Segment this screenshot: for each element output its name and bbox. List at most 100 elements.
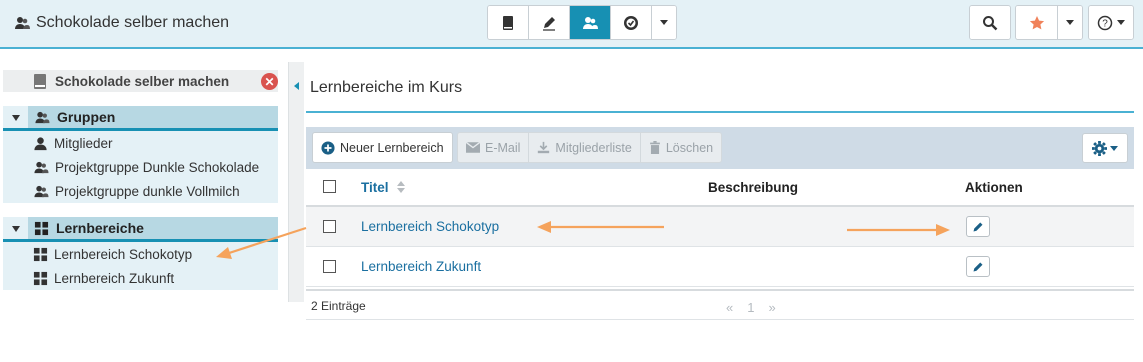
sidebar-item-label: Mitglieder xyxy=(54,135,113,151)
favorites-menu-button[interactable] xyxy=(1058,6,1082,39)
pagination-next[interactable]: » xyxy=(768,300,775,315)
pagination-prev[interactable]: « xyxy=(726,300,733,315)
user-icon xyxy=(34,136,47,150)
column-title[interactable]: Titel xyxy=(361,180,406,195)
favorites-group xyxy=(1015,5,1083,40)
delete-button[interactable]: Löschen xyxy=(640,133,722,162)
top-bar: Schokolade selber machen ? xyxy=(0,0,1143,49)
table-footer: 2 Einträge « 1 » xyxy=(306,289,1134,320)
new-area-button[interactable]: Neuer Lernbereich xyxy=(312,132,453,163)
pencil-icon xyxy=(543,16,555,31)
member-list-label: Mitgliederliste xyxy=(555,140,632,155)
edit-button[interactable] xyxy=(966,216,990,237)
favorite-button[interactable] xyxy=(1016,6,1058,39)
badge-icon xyxy=(624,15,638,30)
members-button[interactable] xyxy=(570,6,611,39)
section-gruppen-header[interactable]: Gruppen xyxy=(3,106,278,131)
email-label: E-Mail xyxy=(485,140,521,155)
table-header: Titel Beschreibung Aktionen xyxy=(306,169,1134,207)
download-icon xyxy=(538,141,550,154)
help-icon: ? xyxy=(1097,15,1113,30)
sidebar-item-lernbereich-zukunft[interactable]: Lernbereich Zukunft xyxy=(3,266,278,290)
title-divider xyxy=(306,111,1134,113)
assessment-button[interactable] xyxy=(611,6,652,39)
users-icon xyxy=(583,16,598,29)
bulk-actions: E-Mail Mitgliederliste Löschen xyxy=(457,132,723,163)
row-title-link[interactable]: Lernbereich Schokotyp xyxy=(361,219,499,234)
user-group-icon xyxy=(35,111,50,123)
new-area-label: Neuer Lernbereich xyxy=(340,140,444,155)
pagination-page[interactable]: 1 xyxy=(747,300,754,315)
sidebar-item-projektgruppe-dunkle-vollmilch[interactable]: Projektgruppe dunkle Vollmilch xyxy=(3,179,278,203)
email-button[interactable]: E-Mail xyxy=(458,133,530,162)
user-group-icon xyxy=(34,185,49,197)
chevron-down-icon xyxy=(1110,145,1118,151)
search-group xyxy=(969,5,1011,40)
grid-icon xyxy=(33,271,48,285)
sidebar-item-label: Projektgruppe Dunkle Schokolade xyxy=(55,159,260,175)
view-menu-button[interactable] xyxy=(652,6,676,39)
pagination: « 1 » xyxy=(726,300,776,315)
panel-splitter[interactable] xyxy=(288,62,304,302)
sidebar-item-label: Lernbereich Zukunft xyxy=(54,270,175,286)
pencil-icon xyxy=(973,222,983,231)
search-button[interactable] xyxy=(970,6,1010,39)
plus-circle-icon xyxy=(321,140,335,155)
sidebar-item-lernbereich-schokotyp[interactable]: Lernbereich Schokotyp xyxy=(3,242,278,266)
help-group: ? xyxy=(1088,5,1134,40)
edit-mode-button[interactable] xyxy=(529,6,570,39)
section-lernbereiche-label: Lernbereiche xyxy=(56,220,144,236)
course-title-text: Schokolade selber machen xyxy=(36,14,230,31)
pencil-icon xyxy=(973,262,983,271)
collapse-left-icon[interactable] xyxy=(294,82,299,90)
column-actions: Aktionen xyxy=(965,180,1023,195)
member-list-button[interactable]: Mitgliederliste xyxy=(529,133,641,162)
table-row[interactable]: Lernbereich Schokotyp xyxy=(306,207,1134,247)
section-lernbereiche-header[interactable]: Lernbereiche xyxy=(3,217,278,242)
sidebar-item-label: Lernbereich Schokotyp xyxy=(54,246,193,262)
star-icon xyxy=(1029,15,1044,29)
sidebar-item-projektgruppe-dunkle-schokolade[interactable]: Projektgruppe Dunkle Schokolade xyxy=(3,155,278,179)
section-lernbereiche: Lernbereiche Lernbereich Schokotyp Lernb… xyxy=(3,217,278,290)
book-icon xyxy=(34,74,46,89)
page-title: Lernbereiche im Kurs xyxy=(310,79,463,96)
row-checkbox[interactable] xyxy=(323,260,336,273)
row-checkbox[interactable] xyxy=(323,220,336,233)
course-tree: Schokolade selber machen ✕ Gruppen Mitgl… xyxy=(3,70,278,290)
collapse-icon[interactable] xyxy=(12,226,20,232)
collapse-icon[interactable] xyxy=(12,115,20,121)
book-icon xyxy=(503,15,513,30)
chevron-down-icon xyxy=(1066,20,1074,25)
table-row[interactable]: Lernbereich Zukunft xyxy=(306,247,1134,287)
book-button[interactable] xyxy=(488,6,529,39)
sidebar-item-mitglieder[interactable]: Mitglieder xyxy=(3,131,278,155)
gear-icon xyxy=(1092,140,1107,156)
close-icon[interactable]: ✕ xyxy=(261,73,278,90)
select-all-checkbox[interactable] xyxy=(323,180,336,193)
chevron-down-icon xyxy=(660,20,668,25)
edit-button[interactable] xyxy=(966,256,990,277)
chevron-down-icon xyxy=(1117,20,1125,25)
table-settings-button[interactable] xyxy=(1082,133,1128,163)
row-title-link[interactable]: Lernbereich Zukunft xyxy=(361,259,481,274)
grid-icon xyxy=(33,247,48,261)
search-icon xyxy=(983,15,998,30)
section-gruppen-label: Gruppen xyxy=(57,109,116,125)
sort-icon xyxy=(397,181,406,193)
table-toolbar: Neuer Lernbereich E-Mail Mitgliederliste… xyxy=(306,127,1134,169)
trash-icon xyxy=(649,141,660,154)
delete-label: Löschen xyxy=(665,140,714,155)
areas-table: Titel Beschreibung Aktionen Lernbereich … xyxy=(306,169,1134,287)
user-group-icon xyxy=(15,17,30,29)
course-tree-root-label: Schokolade selber machen xyxy=(55,73,230,89)
user-group-icon xyxy=(34,161,49,173)
sidebar-item-label: Projektgruppe dunkle Vollmilch xyxy=(55,183,240,199)
envelope-icon xyxy=(466,142,480,153)
course-title[interactable]: Schokolade selber machen xyxy=(14,14,229,32)
column-description: Beschreibung xyxy=(708,180,799,195)
course-tree-root[interactable]: Schokolade selber machen ✕ xyxy=(3,70,278,92)
help-button[interactable]: ? xyxy=(1089,6,1133,39)
svg-text:?: ? xyxy=(1102,18,1108,29)
entry-count: 2 Einträge xyxy=(311,299,366,313)
view-switcher xyxy=(487,5,677,40)
